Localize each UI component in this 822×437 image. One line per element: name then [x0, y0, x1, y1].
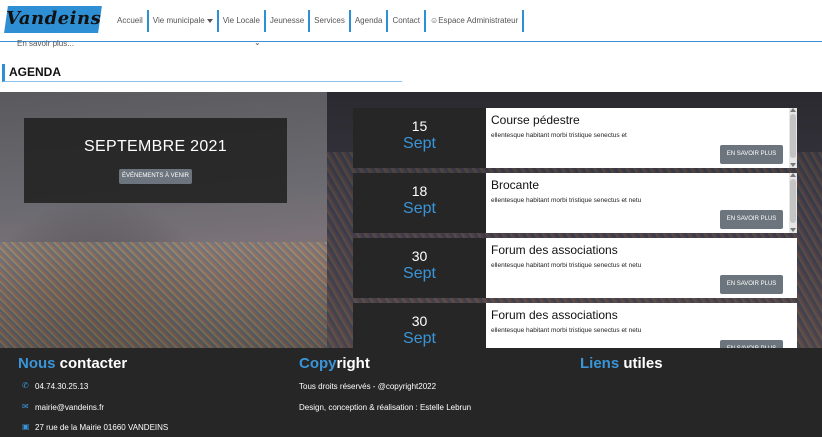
nav-label: Espace Administrateur [438, 16, 519, 25]
event-month: Sept [403, 135, 436, 152]
heading-accent: Liens [580, 355, 620, 372]
nav-label: Accueil [117, 16, 143, 25]
scroll-down-arrow-icon[interactable] [790, 228, 796, 232]
footer-copyright-line: Tous droits réservés - @copyright2022 [299, 382, 437, 391]
event-date: 30 Sept [353, 238, 486, 298]
month-panel: SEPTEMBRE 2021 ÉVÉNEMENTS À VENIR [24, 118, 287, 203]
heading-accent: Nous [18, 355, 56, 372]
event-title: Course pédestre [491, 113, 580, 127]
footer-heading-links: Liens utiles [580, 355, 663, 372]
nav-item-espace-administrateur[interactable]: ☺Espace Administrateur [426, 10, 525, 32]
scroll-thumb[interactable] [790, 179, 796, 223]
event-card: Brocante ellentesque habitant morbi tris… [486, 173, 797, 233]
nav-item-services[interactable]: Services [310, 10, 351, 32]
event-month: Sept [403, 200, 436, 217]
section-title-agenda: AGENDA [2, 64, 402, 82]
month-title: SEPTEMBRE 2021 [84, 138, 227, 155]
caret-down-icon [206, 18, 213, 23]
event-description: ellentesque habitant morbi tristique sen… [491, 327, 642, 334]
event-date: 30 Sept [353, 303, 486, 348]
card-scrollbar[interactable] [789, 108, 797, 168]
event-item: 30 Sept Forum des associations ellentesq… [353, 303, 797, 348]
event-item: 18 Sept Brocante ellentesque habitant mo… [353, 173, 797, 233]
event-card: Forum des associations ellentesque habit… [486, 303, 797, 348]
event-day: 30 [411, 248, 428, 264]
nav-label: Vie municipale [152, 16, 205, 25]
footer-address: 27 rue de la Mairie 01660 VANDEINS [35, 423, 169, 432]
chevron-down-icon[interactable]: ⌄ [254, 38, 261, 47]
footer-phone[interactable]: 04.74.30.25.13 [35, 382, 88, 391]
event-date: 15 Sept [353, 108, 486, 168]
footer-heading-contact: Nous contacter [18, 355, 127, 372]
heading-rest: utiles [619, 355, 663, 372]
event-day: 15 [411, 118, 428, 134]
learn-more-button[interactable]: EN SAVOIR PLUS [720, 210, 783, 229]
address-icon: ▣ [22, 422, 30, 431]
nav-label: Jeunesse [269, 16, 305, 25]
card-scrollbar[interactable] [789, 173, 797, 233]
event-date: 18 Sept [353, 173, 486, 233]
nav-item-vie-municipale[interactable]: Vie municipale [149, 10, 219, 32]
heading-rest: right [336, 355, 370, 372]
nav-label: Agenda [354, 16, 383, 25]
scroll-up-arrow-icon[interactable] [790, 173, 796, 177]
event-day: 18 [411, 183, 428, 199]
event-item: 15 Sept Course pédestre ellentesque habi… [353, 108, 797, 168]
mail-icon: ✉ [22, 402, 29, 411]
footer-credits-line: Design, conception & réalisation : Estel… [299, 403, 472, 412]
site-footer: Nous contacter ✆ 04.74.30.25.13 ✉ mairie… [0, 348, 822, 437]
agenda-band: SEPTEMBRE 2021 ÉVÉNEMENTS À VENIR 15 Sep… [0, 92, 822, 348]
event-description: ellentesque habitant morbi tristique sen… [491, 262, 642, 269]
nav-label: Contact [392, 16, 421, 25]
event-description: ellentesque habitant morbi tristique sen… [491, 197, 642, 204]
nav-item-vie-locale[interactable]: Vie Locale [219, 10, 266, 32]
nav-label: Services [314, 16, 345, 25]
event-day: 30 [411, 313, 428, 329]
event-card: Forum des associations ellentesque habit… [486, 238, 797, 298]
event-title: Forum des associations [491, 243, 618, 257]
upcoming-events-button[interactable]: ÉVÉNEMENTS À VENIR [119, 169, 192, 184]
heading-rest: contacter [55, 355, 128, 372]
crowd-image [0, 242, 327, 348]
event-month: Sept [403, 330, 436, 347]
footer-email[interactable]: mairie@vandeins.fr [35, 403, 104, 412]
nav-label: Vie Locale [222, 16, 260, 25]
event-title: Forum des associations [491, 308, 618, 322]
event-month: Sept [403, 265, 436, 282]
main-nav: Accueil Vie municipale Vie Locale Jeunes… [113, 10, 525, 32]
learn-more-button[interactable]: EN SAVOIR PLUS [720, 340, 783, 348]
person-icon: ☺ [430, 16, 439, 25]
scroll-thumb[interactable] [790, 114, 796, 158]
learn-more-button[interactable]: EN SAVOIR PLUS [720, 275, 783, 294]
nav-item-contact[interactable]: Contact [388, 10, 427, 32]
logo-text: Vandeins [6, 8, 102, 29]
dropdown-preview-link[interactable]: En savoir plus... [17, 39, 74, 48]
nav-item-agenda[interactable]: Agenda [351, 10, 389, 32]
scroll-up-arrow-icon[interactable] [790, 108, 796, 112]
event-item: 30 Sept Forum des associations ellentesq… [353, 238, 797, 298]
top-navbar: Vandeins Accueil Vie municipale Vie Loca… [0, 0, 822, 42]
event-title: Brocante [491, 178, 540, 192]
footer-heading-copyright: Copyright [299, 355, 370, 372]
nav-item-jeunesse[interactable]: Jeunesse [266, 10, 311, 32]
phone-icon: ✆ [22, 381, 29, 390]
event-card: Course pédestre ellentesque habitant mor… [486, 108, 797, 168]
scroll-down-arrow-icon[interactable] [790, 163, 796, 167]
heading-accent: Copy [299, 355, 337, 372]
nav-item-accueil[interactable]: Accueil [113, 10, 149, 32]
site-logo[interactable]: Vandeins [4, 6, 102, 33]
event-description: ellentesque habitant morbi tristique sen… [491, 132, 627, 139]
learn-more-button[interactable]: EN SAVOIR PLUS [720, 145, 783, 164]
